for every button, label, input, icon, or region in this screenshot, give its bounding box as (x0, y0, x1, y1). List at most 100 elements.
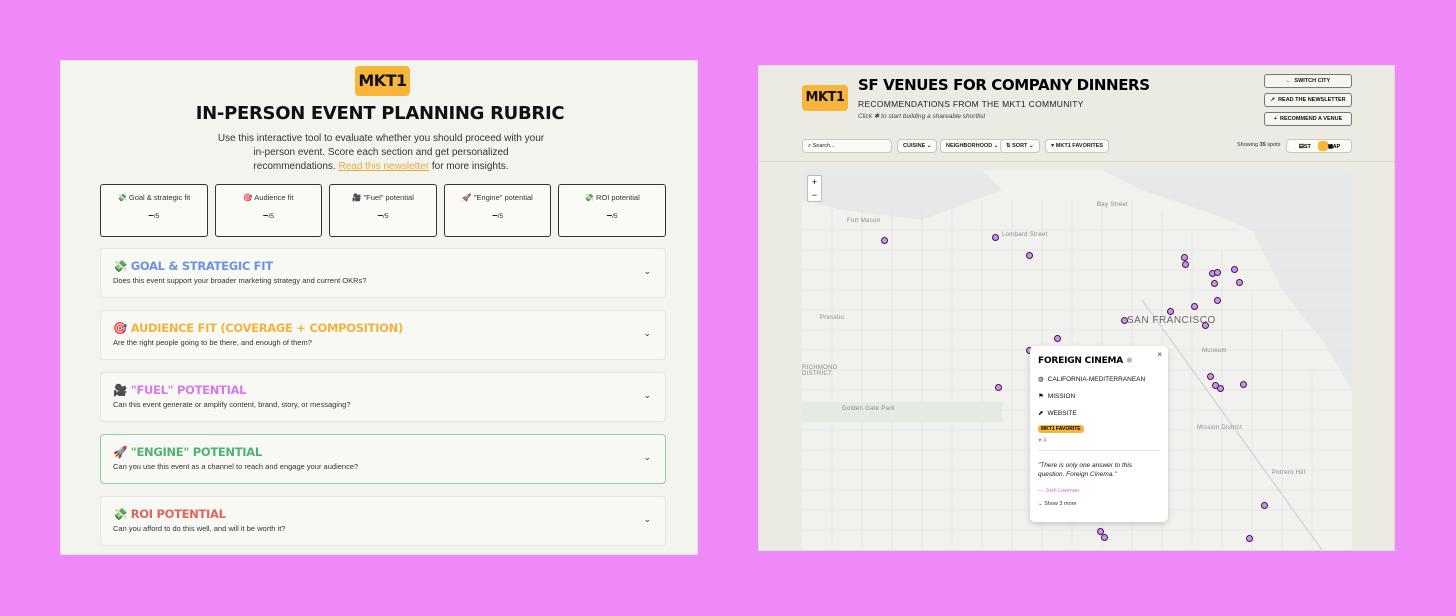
score-max: /5 (383, 213, 389, 220)
divider (759, 161, 1394, 162)
mkt1-logo: MKT1 (802, 85, 848, 111)
chevron-down-icon: ⌄ (926, 143, 932, 149)
map-view-button[interactable]: ▦ MAP (1318, 141, 1340, 151)
favorites-filter[interactable]: ♥ MKT1 FAVORITES (1045, 139, 1110, 153)
filter-label: NEIGHBORHOOD (946, 143, 993, 149)
chevron-down-icon: ⌄ (1028, 143, 1034, 149)
venue-pin[interactable] (1245, 534, 1253, 542)
score-card-engine: 🚀 "Engine" potential –/5 (443, 184, 552, 237)
venue-pin[interactable] (1210, 279, 1218, 287)
external-link-icon: ⬈ (1038, 410, 1044, 417)
venue-pin[interactable] (1213, 296, 1221, 304)
score-card-goal: 💸 Goal & strategic fit –/5 (100, 184, 208, 237)
section-fuel-potential[interactable]: 🎥 "FUEL" POTENTIAL Can this event genera… (100, 372, 666, 422)
venue-pin[interactable] (1206, 372, 1214, 380)
score-summary: 💸 Goal & strategic fit –/5 🎯 Audience fi… (100, 184, 666, 237)
venue-pin[interactable] (880, 236, 888, 244)
recommendation-author[interactable]: — Josh Lowman (1038, 488, 1160, 494)
map-label: Fort Mason (847, 218, 881, 224)
target-icon: 🎯 (243, 193, 253, 202)
section-goal-strategic-fit[interactable]: 💸 GOAL & STRATEGIC FIT Does this event s… (100, 248, 666, 298)
likes-count[interactable]: ♥ 4 (1038, 438, 1160, 444)
show-more-button[interactable]: ⌄ Show 3 more (1038, 501, 1160, 507)
asterisk-icon[interactable]: ✱ (1126, 356, 1133, 365)
money-icon: 💸 (113, 507, 128, 521)
view-label: MAP (1328, 144, 1341, 150)
close-icon[interactable]: × (1157, 350, 1162, 359)
sort-filter[interactable]: ⇅ SORT ⌄ (1000, 139, 1040, 153)
venue-name: FOREIGN CINEMA ✱ (1038, 356, 1160, 366)
showing-suffix: spots (1267, 142, 1281, 148)
score-card-fuel: 🎥 "Fuel" potential –/5 (329, 184, 437, 237)
venue-pin[interactable] (1260, 501, 1268, 509)
chevron-down-icon[interactable]: ⌄ (643, 328, 651, 339)
chevron-down-icon[interactable]: ⌄ (643, 452, 651, 463)
switch-city-button[interactable]: ← SWITCH CITY (1264, 74, 1352, 88)
venue-pin[interactable] (1235, 278, 1243, 286)
rubric-panel: MKT1 IN-PERSON EVENT PLANNING RUBRIC Use… (60, 60, 698, 555)
section-audience-fit[interactable]: 🎯 AUDIENCE FIT (COVERAGE + COMPOSITION) … (100, 310, 666, 360)
venue-pin[interactable] (1181, 260, 1189, 268)
venue-pin[interactable] (1120, 316, 1128, 324)
list-view-button[interactable]: ☰ LIST (1289, 141, 1311, 151)
score-label: "Engine" potential (473, 193, 533, 202)
venue-pin[interactable] (1180, 253, 1188, 261)
venue-pin[interactable] (1190, 302, 1198, 310)
money-icon: 💸 (584, 193, 594, 202)
section-description: Can you use this event as a channel to r… (113, 462, 359, 471)
recommend-venue-button[interactable]: + RECOMMEND A VENUE (1264, 112, 1352, 126)
venue-pin[interactable] (1025, 251, 1033, 259)
venue-pin[interactable] (1216, 384, 1224, 392)
chevron-down-icon[interactable]: ⌄ (643, 266, 651, 277)
chevron-down-icon[interactable]: ⌄ (643, 514, 651, 525)
venue-pin[interactable] (991, 233, 999, 241)
score-label: ROI potential (596, 193, 640, 202)
venue-pin[interactable] (1166, 307, 1174, 315)
plus-icon: + (1273, 116, 1277, 122)
score-label: Goal & strategic fit (128, 193, 191, 202)
section-engine-potential[interactable]: 🚀 "ENGINE" POTENTIAL Can you use this ev… (100, 434, 666, 484)
venue-pin[interactable] (1100, 533, 1108, 541)
venue-pin[interactable] (1201, 321, 1209, 329)
venue-pin[interactable] (1053, 334, 1061, 342)
mkt1-logo: MKT1 (355, 66, 410, 96)
read-newsletter-button[interactable]: ↗ READ THE NEWSLETTER (1264, 93, 1352, 107)
cuisine-filter[interactable]: CUISINE ⌄ (897, 139, 938, 153)
venue-pin[interactable] (1239, 380, 1247, 388)
showing-prefix: Showing (1237, 142, 1259, 148)
camera-icon: 🎥 (352, 193, 362, 202)
filter-label: SORT (1012, 143, 1028, 149)
section-title: 💸 GOAL & STRATEGIC FIT (113, 259, 653, 273)
chevron-down-icon: ⌄ (1038, 501, 1043, 507)
venue-website-link[interactable]: ⬈ WEBSITE (1038, 409, 1160, 418)
map-label: Museum (1202, 348, 1227, 354)
venue-pin[interactable] (994, 383, 1002, 391)
score-max: /5 (497, 213, 504, 220)
view-label: LIST (1299, 144, 1311, 150)
zoom-in-button[interactable]: + (808, 176, 821, 189)
money-icon: 💸 (113, 259, 128, 273)
venue-pin[interactable] (1213, 268, 1221, 276)
search-input[interactable]: ⌕ Search... (802, 139, 892, 153)
button-label: RECOMMEND A VENUE (1280, 116, 1343, 122)
chevron-down-icon[interactable]: ⌄ (643, 390, 651, 401)
map-label-richmond: RICHMOND DISTRICT (802, 365, 838, 377)
map-label: Potrero Hill (1272, 470, 1306, 476)
money-icon: 💸 (117, 193, 127, 202)
heart-icon: ♥ (1051, 143, 1055, 149)
section-title-text: "ENGINE" POTENTIAL (130, 445, 262, 459)
map-label: Lombard Street (1002, 232, 1048, 238)
neighborhood-filter[interactable]: NEIGHBORHOOD ⌄ (940, 139, 1005, 153)
venue-map[interactable]: + − SAN FRANCISCO RICHMOND DISTRICT Fort… (802, 170, 1352, 550)
section-roi-potential[interactable]: 💸 ROI POTENTIAL Can you afford to do thi… (100, 496, 666, 546)
filter-label: CUISINE (903, 143, 926, 149)
zoom-out-button[interactable]: − (808, 189, 821, 202)
venue-pin[interactable] (1230, 265, 1238, 273)
flag-icon: ⚑ (1038, 393, 1044, 400)
newsletter-link[interactable]: Read this newsletter (338, 161, 429, 172)
score-max: /5 (268, 213, 274, 220)
score-max: /5 (612, 213, 618, 220)
filter-label: MKT1 FAVORITES (1055, 143, 1104, 149)
section-title-text: ROI POTENTIAL (130, 507, 226, 521)
camera-icon: 🎥 (113, 383, 128, 397)
